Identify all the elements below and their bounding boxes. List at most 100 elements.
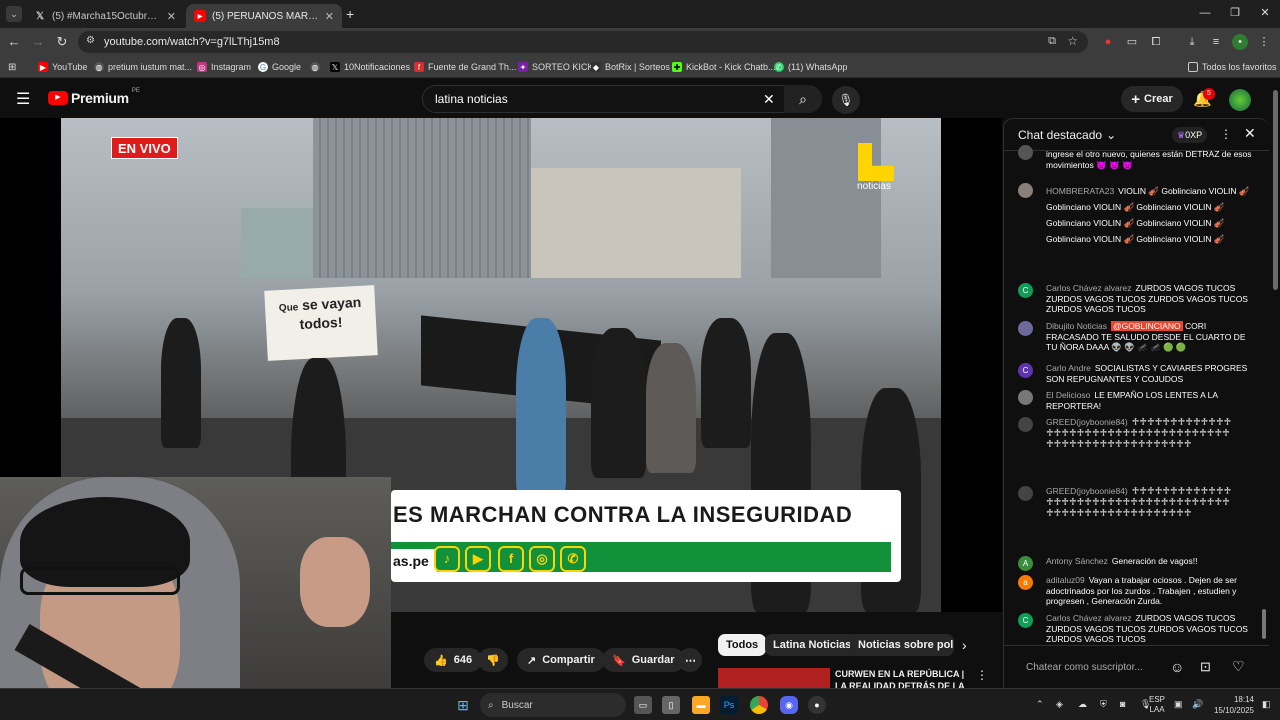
chevron-down-icon[interactable]: ⌄ xyxy=(1106,128,1116,142)
tiktok-icon: ♪ xyxy=(434,546,460,572)
new-tab-button[interactable]: + xyxy=(346,6,354,22)
chat-message: a aditaluz09 Vayan a trabajar ociosos . D… xyxy=(1018,575,1258,607)
emoji-icon[interactable]: ☺ xyxy=(1170,659,1184,675)
file-explorer-icon[interactable]: ▬ xyxy=(692,696,710,714)
instagram-icon: ◎ xyxy=(529,546,555,572)
tab-youtube-video[interactable]: ▶ (5) PERUANOS MARCHAN CONTRA ✕ xyxy=(186,4,342,28)
avatar xyxy=(1018,486,1033,501)
site-info-icon[interactable]: ⚙ xyxy=(86,35,95,46)
network-icon[interactable]: ▣ xyxy=(1174,699,1183,710)
chat-message: El Delicioso LE EMPAÑO LOS LENTES A LA RE… xyxy=(1018,390,1258,411)
app-icon[interactable]: ▯ xyxy=(662,696,680,714)
share-button[interactable]: ↗ Compartir xyxy=(517,648,605,672)
chip-noticias-politica[interactable]: Noticias sobre política xyxy=(850,634,954,656)
chat-divider xyxy=(1004,645,1269,646)
bookmark-pretium[interactable]: ◍ pretium iustum mat... xyxy=(94,60,192,74)
clear-search-icon[interactable]: ✕ xyxy=(763,91,775,108)
plus-icon: + xyxy=(1131,90,1140,108)
profile-avatar-icon[interactable]: • xyxy=(1232,34,1248,50)
discord-icon[interactable]: ◉ xyxy=(780,696,798,714)
task-view-icon[interactable]: ▭ xyxy=(634,696,652,714)
all-favorites-folder[interactable]: Todos los favoritos xyxy=(1188,60,1277,74)
install-app-icon[interactable]: ⧉ xyxy=(1048,35,1056,48)
restore-button[interactable]: ❐ xyxy=(1220,4,1250,22)
create-button[interactable]: + Crear xyxy=(1121,86,1183,112)
tray-app-icon[interactable]: ◙ xyxy=(1120,699,1125,709)
security-icon[interactable]: ⛨ xyxy=(1100,699,1107,710)
url-bar[interactable]: ⚙ youtube.com/watch?v=g7lLThj15m8 ⧉ ☆ xyxy=(78,31,1088,53)
chrome-icon[interactable] xyxy=(750,696,768,714)
more-actions-button[interactable]: ⋯ xyxy=(678,648,702,672)
bookmark-globe[interactable]: ◍ xyxy=(310,60,324,74)
taskbar-search[interactable]: ⌕ Buscar xyxy=(480,693,626,717)
address-bar-row: ← → ↻ ⚙ youtube.com/watch?v=g7lLThj15m8 … xyxy=(0,28,1280,56)
related-menu-icon[interactable]: ⋮ xyxy=(976,668,988,682)
hamburger-menu-icon[interactable]: ☰ xyxy=(16,89,30,109)
close-chat-icon[interactable]: ✕ xyxy=(1244,125,1256,142)
notification-center-icon[interactable]: ◧ xyxy=(1262,699,1271,710)
back-arrow-icon[interactable]: ← xyxy=(6,34,22,50)
voice-search-button[interactable]: 🎙 xyxy=(832,86,860,114)
super-chat-icon[interactable]: ⊡ xyxy=(1200,659,1211,675)
kickbot-icon: ✚ xyxy=(672,62,682,72)
globe-icon: ◍ xyxy=(310,62,320,72)
chat-message: ingrese el otro nuevo, quienes están DET… xyxy=(1018,145,1258,170)
xp-badge[interactable]: ♛0XP xyxy=(1172,127,1208,143)
account-avatar[interactable] xyxy=(1229,89,1251,111)
heart-icon[interactable]: ♡ xyxy=(1232,658,1245,675)
search-input[interactable]: latina noticias ✕ xyxy=(422,85,822,113)
tab-search-button[interactable]: ⌄ xyxy=(6,6,22,22)
dislike-button[interactable]: 👎 xyxy=(478,648,508,672)
bookmark-10notificaciones[interactable]: 𝕏 10Notificaciones xyxy=(330,60,410,74)
windows-start-icon[interactable]: ⊞ xyxy=(454,696,472,714)
botrix-icon: ◆ xyxy=(591,62,601,72)
bookmark-kickbot[interactable]: ✚ KickBot - Kick Chatb... xyxy=(672,60,776,74)
tab-twitter-search[interactable]: 𝕏 (5) #Marcha15Octubre - Buscar ✕ xyxy=(26,4,184,28)
chat-input[interactable]: Chatear como suscriptor... xyxy=(1018,655,1168,681)
protester xyxy=(516,318,566,498)
forward-arrow-icon[interactable]: → xyxy=(30,34,46,50)
bookmark-instagram[interactable]: ◎ Instagram xyxy=(197,60,251,74)
cloud-icon[interactable]: ☁ xyxy=(1078,699,1087,710)
puzzle-icon[interactable]: ⧠ xyxy=(1148,34,1164,50)
apps-grid-icon[interactable]: ⊞ xyxy=(8,60,16,74)
minimize-button[interactable]: — xyxy=(1190,4,1220,22)
tray-app-icon[interactable]: ◈ xyxy=(1056,699,1063,710)
instagram-icon: ◎ xyxy=(197,62,207,72)
language-indicator[interactable]: ESP LAA xyxy=(1145,695,1169,715)
clock[interactable]: 18:14 15/10/2025 xyxy=(1208,694,1254,716)
volume-icon[interactable]: 🔊 xyxy=(1192,699,1203,710)
chat-menu-icon[interactable]: ⋮ xyxy=(1220,127,1232,141)
chat-scrollbar[interactable] xyxy=(1262,609,1266,639)
bookmark-google[interactable]: G Google xyxy=(258,60,301,74)
related-thumbnail[interactable] xyxy=(718,668,830,688)
reload-icon[interactable]: ↻ xyxy=(54,34,70,50)
bookmark-whatsapp[interactable]: ✆ (11) WhatsApp xyxy=(774,60,847,74)
chip-todos[interactable]: Todos xyxy=(718,634,767,656)
close-tab-icon[interactable]: ✕ xyxy=(167,10,176,23)
save-button[interactable]: 🔖 Guardar xyxy=(602,648,685,672)
page-scrollbar-thumb[interactable] xyxy=(1273,90,1278,290)
bookmark-botrix[interactable]: ◆ BotRix | Sorteos xyxy=(591,60,670,74)
whatsapp-icon: ✆ xyxy=(774,62,784,72)
tray-chevron-icon[interactable]: ⌃ xyxy=(1036,699,1044,710)
close-window-button[interactable]: ✕ xyxy=(1250,4,1280,22)
extension-icon[interactable]: ▭ xyxy=(1124,34,1140,50)
obs-icon[interactable]: ● xyxy=(808,696,826,714)
menu-kebab-icon[interactable]: ⋮ xyxy=(1256,34,1272,50)
like-button[interactable]: 👍 646 xyxy=(424,648,483,672)
google-icon: G xyxy=(258,62,268,72)
youtube-premium-logo[interactable]: ▶ Premium PE xyxy=(48,88,140,106)
bookmark-star-icon[interactable]: ☆ xyxy=(1067,34,1078,48)
media-icon[interactable]: ≡ xyxy=(1208,34,1224,50)
photoshop-icon[interactable]: Ps xyxy=(720,696,738,714)
bookmark-grand-theft[interactable]: f Fuente de Grand Th... xyxy=(414,60,516,74)
bookmark-youtube[interactable]: ▶ YouTube xyxy=(38,60,87,74)
chips-next-chevron-icon[interactable]: › xyxy=(962,637,967,653)
extension-red-icon[interactable]: ● xyxy=(1100,34,1116,50)
search-button[interactable]: ⌕ xyxy=(784,85,822,113)
bookmark-sorteo-kick[interactable]: ✦ SORTEO KICK xyxy=(518,60,593,74)
download-icon[interactable]: ⤓ xyxy=(1184,34,1200,50)
chip-latina-noticias[interactable]: Latina Noticias xyxy=(765,634,860,656)
close-tab-icon[interactable]: ✕ xyxy=(325,10,334,23)
